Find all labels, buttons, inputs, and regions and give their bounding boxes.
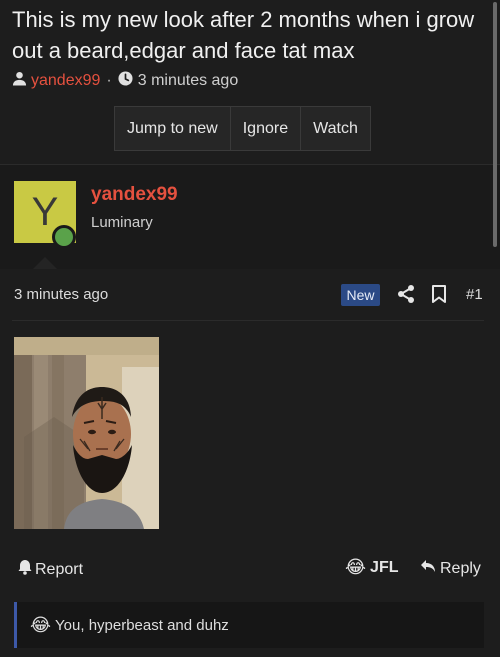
user-icon (12, 71, 27, 91)
ignore-button[interactable]: Ignore (231, 107, 302, 150)
clock-icon (118, 71, 133, 91)
bookmark-icon[interactable] (431, 285, 447, 303)
thread-title: This is my new look after 2 months when … (12, 7, 475, 63)
reactions-bar[interactable]: 😂 You, hyperbeast and duhz (14, 602, 484, 648)
thread-button-group: Jump to new Ignore Watch (114, 106, 371, 151)
user-title: Luminary (91, 214, 153, 231)
reply-button[interactable]: Reply (420, 559, 481, 578)
reactions-text: You, hyperbeast and duhz (55, 616, 229, 634)
report-button[interactable]: Report (18, 559, 83, 580)
thread-header: This is my new look after 2 months when … (0, 0, 500, 164)
jfl-label: JFL (370, 558, 399, 576)
user-block: Y yandex99 Luminary (0, 165, 500, 269)
post-actions: Report 😂 JFL Reply (0, 557, 500, 581)
report-label: Report (35, 560, 84, 578)
post-divider (12, 320, 484, 321)
thread-author-link[interactable]: yandex99 (31, 72, 100, 90)
post-date[interactable]: 3 minutes ago (14, 286, 108, 303)
post-body: 3 minutes ago New #1 Report 😂 JFL Reply … (0, 269, 500, 657)
post-number-link[interactable]: #1 (466, 286, 483, 303)
post-username[interactable]: yandex99 (91, 184, 178, 206)
meta-separator: · (106, 72, 112, 89)
scrollbar[interactable] (493, 2, 497, 247)
thread-meta: yandex99 · 3 minutes ago (12, 70, 238, 92)
tears-of-joy-icon: 😂 (345, 557, 367, 577)
jump-to-new-button[interactable]: Jump to new (115, 107, 231, 150)
post-image[interactable] (14, 337, 159, 529)
online-indicator (52, 225, 76, 249)
tears-of-joy-icon: 😂 (30, 614, 52, 635)
bell-icon (18, 559, 32, 580)
new-badge: New (341, 284, 380, 306)
reply-label: Reply (440, 559, 481, 577)
watch-button[interactable]: Watch (301, 107, 370, 150)
jfl-reaction-button[interactable]: 😂 JFL (345, 557, 399, 578)
reply-icon (420, 559, 436, 578)
thread-time[interactable]: 3 minutes ago (138, 72, 239, 90)
share-icon[interactable] (396, 284, 416, 304)
user-block-caret (33, 257, 57, 269)
